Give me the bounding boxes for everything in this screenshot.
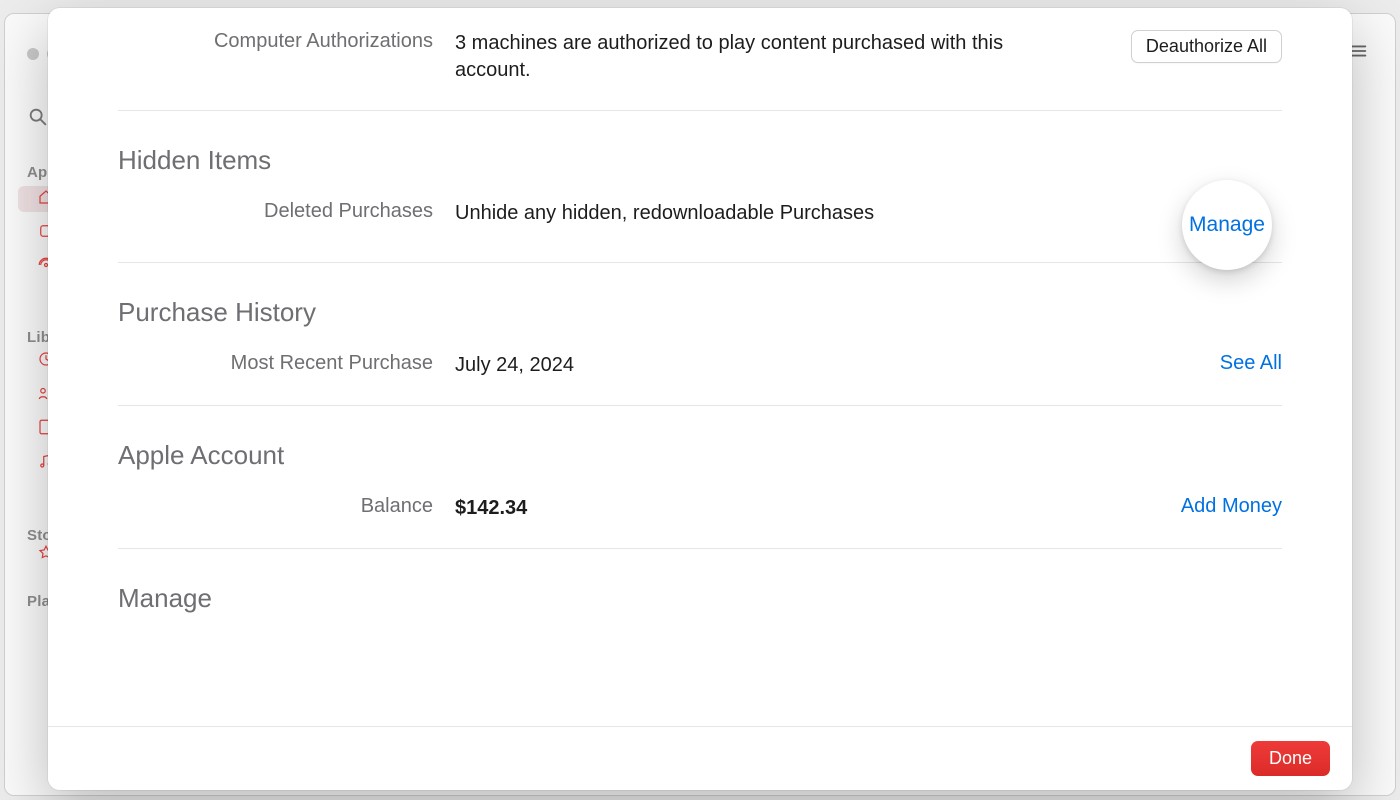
done-button[interactable]: Done <box>1251 741 1330 776</box>
row-label: Deleted Purchases <box>118 196 433 223</box>
account-settings-modal: Computer Authorizations 3 machines are a… <box>48 8 1352 790</box>
hidden-items-heading: Hidden Items <box>118 145 1282 176</box>
section-divider <box>118 548 1282 549</box>
add-money-button[interactable]: Add Money <box>1181 495 1282 518</box>
modal-body: Computer Authorizations 3 machines are a… <box>48 8 1352 726</box>
manage-heading: Manage <box>118 583 1282 614</box>
modal-footer: Done <box>48 726 1352 790</box>
balance-value: $142.34 <box>455 491 1080 522</box>
row-label: Balance <box>118 491 433 518</box>
search-icon <box>27 106 49 128</box>
section-divider <box>118 110 1282 111</box>
row-label: Computer Authorizations <box>118 26 433 53</box>
section-divider <box>118 405 1282 406</box>
deauthorize-all-button[interactable]: Deauthorize All <box>1131 30 1282 63</box>
section-divider <box>118 262 1282 263</box>
most-recent-purchase-row: Most Recent Purchase July 24, 2024 See A… <box>118 342 1282 385</box>
purchase-history-heading: Purchase History <box>118 297 1282 328</box>
row-value: July 24, 2024 <box>455 348 1080 379</box>
manage-hidden-items-button[interactable]: Manage <box>1189 213 1265 237</box>
modal-content: Computer Authorizations 3 machines are a… <box>118 8 1282 614</box>
deleted-purchases-row: Deleted Purchases Unhide any hidden, red… <box>118 190 1282 242</box>
computer-authorizations-row: Computer Authorizations 3 machines are a… <box>118 20 1282 90</box>
balance-row: Balance $142.34 Add Money <box>118 485 1282 528</box>
see-all-button[interactable]: See All <box>1220 352 1282 375</box>
row-label: Most Recent Purchase <box>118 348 433 375</box>
row-value: 3 machines are authorized to play conten… <box>455 26 1080 84</box>
apple-account-heading: Apple Account <box>118 440 1282 471</box>
row-value: Unhide any hidden, redownloadable Purcha… <box>455 196 1080 227</box>
window-control-dot <box>27 48 39 60</box>
